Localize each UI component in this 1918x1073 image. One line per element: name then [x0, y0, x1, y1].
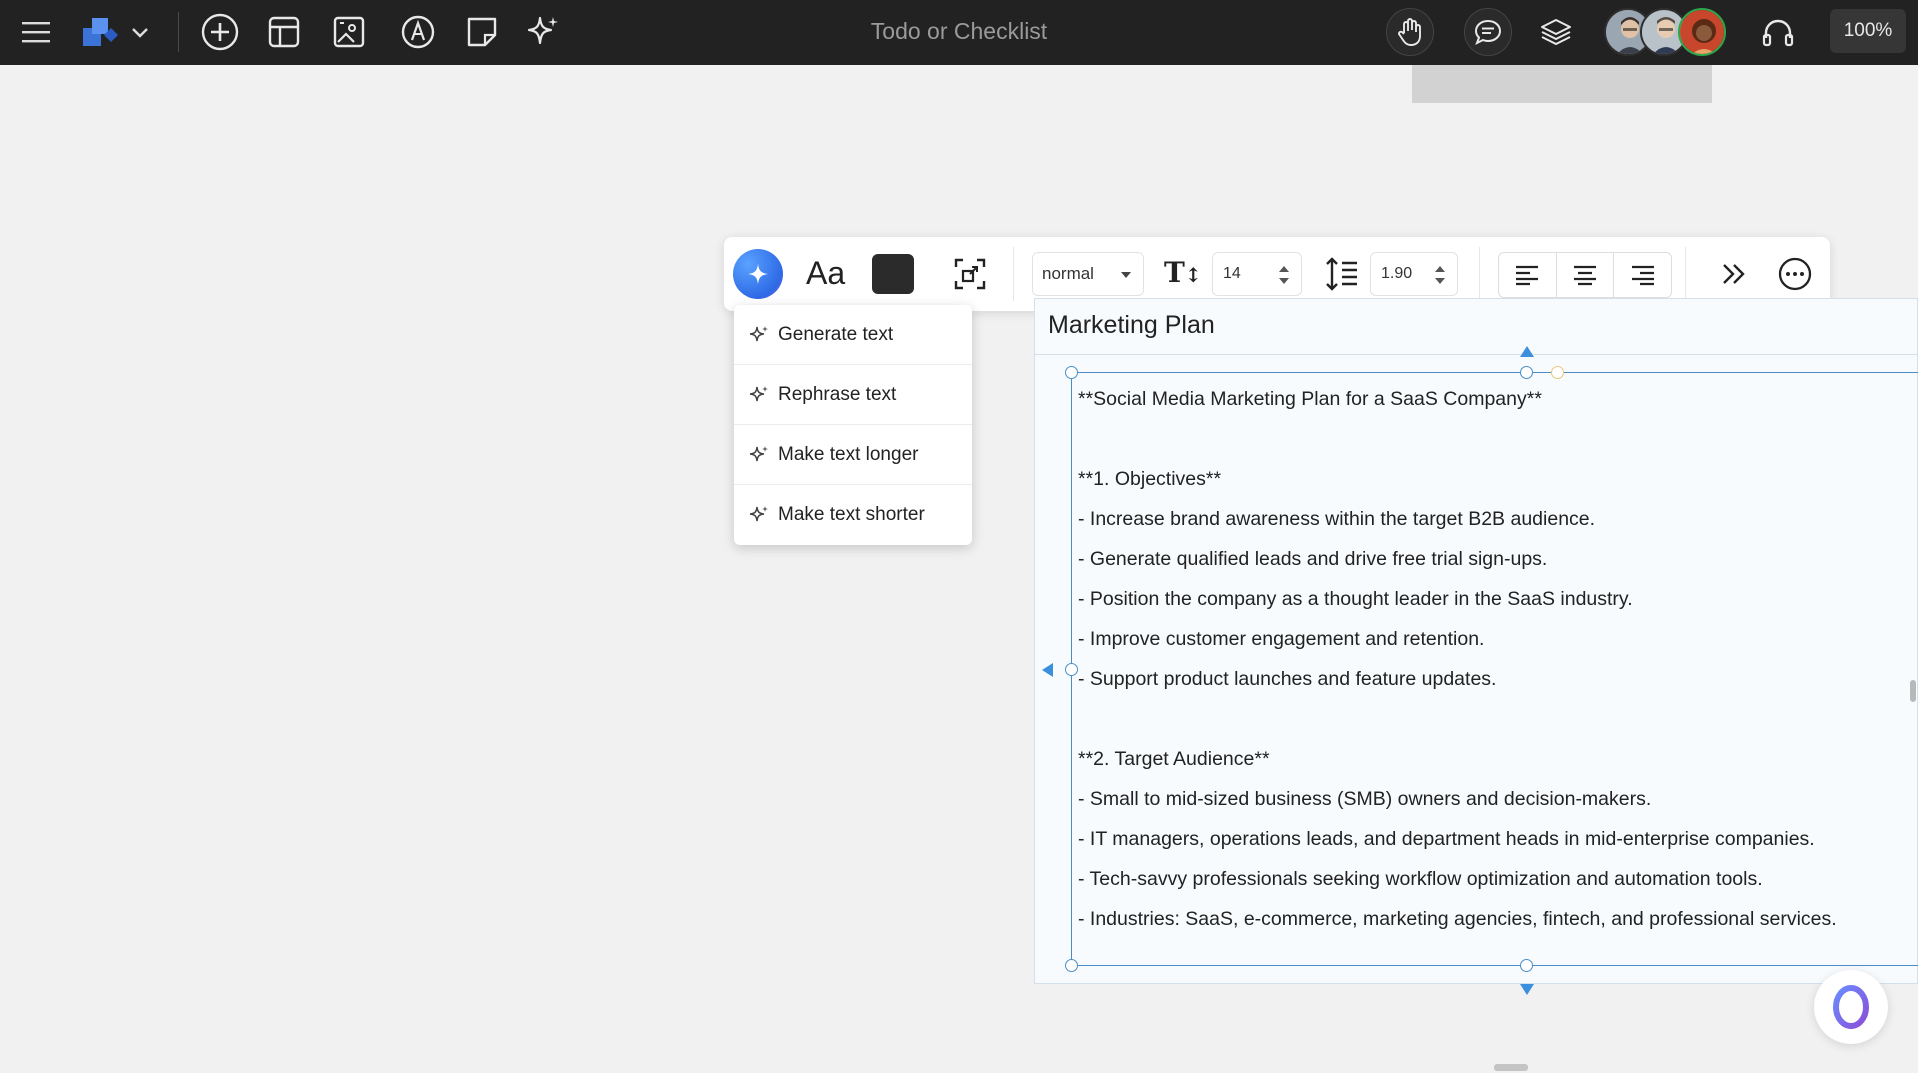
connector-arrow-left-icon[interactable] [1042, 663, 1053, 677]
text-line: **1. Objectives** [1078, 468, 1222, 490]
ai-sparkle-icon[interactable] [521, 10, 565, 54]
chat-icon[interactable] [1464, 8, 1512, 56]
menu-item-label: Rephrase text [778, 383, 897, 405]
text-body[interactable]: **Social Media Marketing Plan for a SaaS… [1078, 379, 1908, 939]
line-height-stepper[interactable]: 1.90 [1370, 252, 1458, 296]
menu-item-generate-text[interactable]: Generate text [734, 305, 972, 365]
menu-item-rephrase-text[interactable]: Rephrase text [734, 365, 972, 425]
text-style-select[interactable]: normal [1032, 252, 1144, 296]
line-height-icon [1324, 255, 1360, 293]
resize-handle[interactable] [1065, 366, 1078, 379]
headphones-icon[interactable] [1756, 10, 1800, 54]
resize-handle[interactable] [1520, 366, 1533, 379]
pen-icon[interactable] [396, 10, 440, 54]
line-height-value: 1.90 [1381, 265, 1413, 282]
hand-icon[interactable] [1386, 8, 1434, 56]
top-bar: Todo or Checklist 100% [0, 0, 1918, 65]
assistant-launcher-button[interactable] [1814, 970, 1888, 1044]
toolbar-separator [1013, 247, 1014, 301]
add-circle-icon[interactable] [198, 10, 242, 54]
text-line: - Increase brand awareness within the ta… [1078, 508, 1596, 530]
double-chevron-right-icon [1723, 264, 1745, 284]
expand-toolbar-button[interactable] [1714, 254, 1754, 294]
horizontal-scrollbar[interactable] [1494, 1064, 1528, 1071]
zoom-level[interactable]: 100% [1830, 9, 1906, 53]
ai-sparkle-icon [748, 264, 768, 284]
canvas-shape[interactable] [1412, 65, 1712, 103]
menu-icon[interactable] [14, 10, 58, 54]
assistant-ring-icon [1833, 985, 1869, 1029]
align-center-icon [1574, 265, 1596, 286]
text-align-group [1498, 252, 1672, 298]
text-line: - Tech-savvy professionals seeking workf… [1078, 868, 1763, 890]
text-style-value: normal [1042, 264, 1094, 283]
frame-title[interactable]: Marketing Plan [1048, 311, 1215, 340]
text-color-swatch[interactable] [872, 254, 914, 294]
ellipsis-circle-icon [1778, 257, 1812, 291]
decrement-icon[interactable] [1279, 278, 1289, 284]
text-line: **2. Target Audience** [1078, 748, 1270, 770]
text-line [1078, 419, 1908, 459]
font-size-icon: T↕ [1164, 256, 1202, 289]
menu-item-label: Make text longer [778, 443, 919, 465]
align-left-icon [1516, 265, 1539, 286]
font-size-stepper[interactable]: 14 [1212, 252, 1302, 296]
caret-down-icon [1121, 272, 1131, 278]
menu-item-make-text-longer[interactable]: Make text longer [734, 425, 972, 485]
resize-handle[interactable] [1520, 959, 1533, 972]
ai-actions-menu: Generate text Rephrase text Make text lo… [734, 305, 972, 545]
ai-assist-button[interactable] [733, 249, 783, 299]
align-right-icon [1631, 265, 1654, 286]
frame-header-divider [1034, 354, 1918, 355]
text-line: **Social Media Marketing Plan for a SaaS… [1078, 388, 1542, 410]
layers-icon[interactable] [1534, 10, 1578, 54]
decrement-icon[interactable] [1435, 278, 1445, 284]
logo-shapes-icon[interactable] [78, 10, 122, 54]
rotate-handle[interactable] [1551, 366, 1564, 379]
text-line: - Small to mid-sized business (SMB) owne… [1078, 788, 1652, 810]
chevron-down-icon[interactable] [125, 10, 155, 54]
sparkle-icon [749, 506, 768, 522]
font-size-value: 14 [1223, 265, 1241, 282]
toolbar-separator [1479, 247, 1480, 301]
toolbar-separator [1685, 247, 1686, 301]
sparkle-icon [749, 445, 768, 461]
font-family-button[interactable]: Aa [806, 255, 845, 292]
connector-arrow-down-icon[interactable] [1520, 984, 1534, 995]
image-icon[interactable] [328, 10, 372, 54]
avatar[interactable] [1678, 8, 1726, 56]
increment-icon[interactable] [1279, 266, 1289, 272]
fit-text-icon[interactable] [950, 254, 990, 294]
menu-item-label: Make text shorter [778, 504, 925, 525]
text-line [1078, 699, 1908, 739]
text-line: - IT managers, operations leads, and dep… [1078, 828, 1815, 850]
text-line: - Position the company as a thought lead… [1078, 588, 1633, 610]
text-line: - Improve customer engagement and retent… [1078, 628, 1485, 650]
resize-handle[interactable] [1065, 663, 1078, 676]
align-center-button[interactable] [1557, 253, 1615, 297]
increment-icon[interactable] [1435, 266, 1445, 272]
connector-arrow-up-icon[interactable] [1520, 346, 1534, 357]
align-left-button[interactable] [1499, 253, 1557, 297]
vertical-scrollbar[interactable] [1910, 680, 1916, 702]
menu-item-make-text-shorter[interactable]: Make text shorter [734, 485, 972, 545]
text-line: - Generate qualified leads and drive fre… [1078, 548, 1548, 570]
text-line: - Industries: SaaS, e-commerce, marketin… [1078, 908, 1837, 930]
sparkle-icon [749, 385, 768, 401]
more-options-button[interactable] [1775, 254, 1815, 294]
sparkle-icon [749, 325, 768, 341]
menu-item-label: Generate text [778, 323, 894, 345]
align-right-button[interactable] [1614, 253, 1671, 297]
sticky-note-icon[interactable] [460, 10, 504, 54]
topbar-divider [178, 12, 179, 52]
template-icon[interactable] [262, 10, 306, 54]
resize-handle[interactable] [1065, 959, 1078, 972]
text-line: - Support product launches and feature u… [1078, 668, 1497, 690]
